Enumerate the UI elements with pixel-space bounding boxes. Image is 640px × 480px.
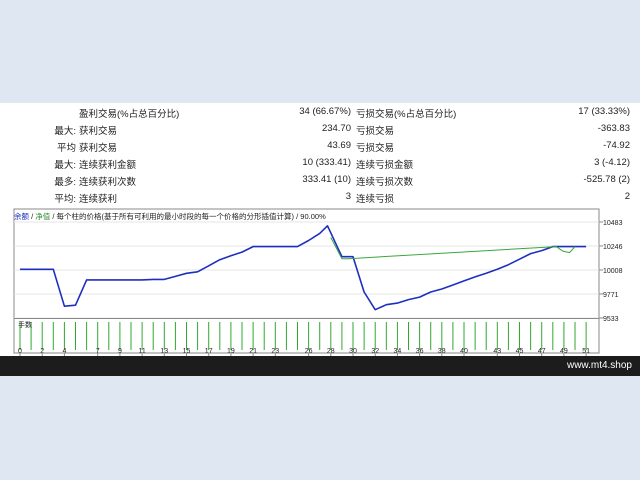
- y-tick-label: 10483: [603, 220, 623, 227]
- x-tick-label: 11: [138, 348, 145, 355]
- x-tick-label: 32: [371, 348, 379, 355]
- x-tick-label: 26: [305, 348, 313, 355]
- model-description: 每个柱的价格(基于所有可利用的最小时段的每一个价格的分形插值计算): [56, 212, 295, 221]
- chart-frame: [13, 208, 600, 354]
- x-tick-label: 47: [538, 348, 546, 355]
- x-tick-label: 15: [183, 348, 191, 355]
- x-tick-label: 19: [227, 348, 235, 355]
- balance-chart: 95339771100081024610483 0 2 4 7 9 11 13 15 17 19 2…: [13, 208, 623, 356]
- x-tick-label: 38: [438, 348, 446, 355]
- balance-legend: 余额: [14, 212, 29, 221]
- x-tick-label: 21: [249, 348, 257, 355]
- y-axis-labels: 9533 9771 10008 10246 10483: [603, 220, 623, 323]
- x-tick-label: 7: [96, 348, 100, 355]
- x-tick-label: 23: [271, 348, 279, 355]
- watermark-text: www.mt4.shop: [566, 360, 632, 371]
- y-tick-label: 10008: [603, 268, 623, 275]
- x-tick-label: 28: [327, 348, 335, 355]
- x-tick-label: 4: [62, 348, 66, 355]
- lots-separator: [14, 318, 599, 319]
- y-tick-label: 9533: [603, 316, 619, 323]
- x-tick-label: 13: [160, 348, 168, 355]
- footer-bar: www.mt4.shop: [0, 356, 640, 376]
- x-tick-label: 43: [493, 348, 501, 355]
- x-tick-label: 30: [349, 348, 357, 355]
- x-tick-label: 49: [560, 348, 568, 355]
- model-quality: 90.00%: [300, 212, 326, 221]
- x-tick-label: 17: [205, 348, 213, 355]
- x-tick-label: 9: [118, 348, 122, 355]
- equity-legend: 净值: [35, 212, 51, 221]
- y-tick-label: 10246: [603, 244, 623, 251]
- x-tick-label: 40: [460, 348, 468, 355]
- x-tick-label: 2: [40, 348, 44, 355]
- x-tick-label: 51: [582, 348, 590, 355]
- chart-header: 余额 / 净值 / 每个柱的价格(基于所有可利用的最小时段的每一个价格的分形插值…: [14, 212, 326, 221]
- x-tick-label: 34: [394, 348, 402, 355]
- x-tick-label: 0: [18, 348, 22, 355]
- y-tick-label: 9771: [603, 292, 619, 299]
- lots-label: 手数: [18, 320, 32, 329]
- x-tick-label: 45: [516, 348, 524, 355]
- x-tick-label: 36: [416, 348, 424, 355]
